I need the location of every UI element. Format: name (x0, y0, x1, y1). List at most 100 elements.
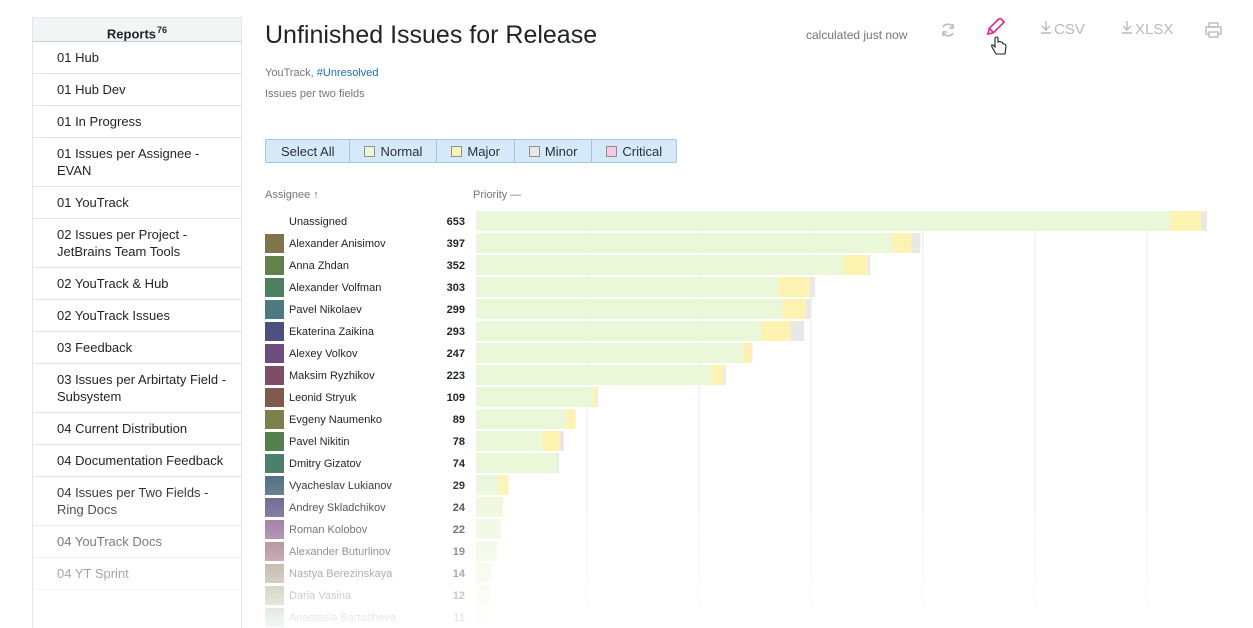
bar-major[interactable] (566, 409, 576, 429)
assignee-name[interactable]: Pavel Nikolaev (289, 304, 362, 316)
bar-minor[interactable] (1201, 211, 1207, 231)
bar-normal[interactable] (476, 409, 567, 429)
bar-normal[interactable] (476, 585, 490, 605)
assignee-name[interactable]: Daria Vasina (289, 590, 352, 602)
bar-major[interactable] (743, 343, 752, 363)
bar-major[interactable] (892, 233, 912, 253)
bar-minor[interactable] (806, 299, 811, 319)
assignee-name[interactable]: Ekaterina Zaikina (289, 326, 375, 338)
bar-normal[interactable] (476, 387, 593, 407)
issues-bar-chart: Unassigned 653 Alexander Anisimov 397 Anna Z… (265, 211, 1207, 628)
avatar (265, 344, 284, 363)
assignee-name[interactable]: Roman Kolobov (289, 524, 368, 536)
bar-normal[interactable] (476, 255, 844, 275)
bar-normal[interactable] (476, 343, 744, 363)
bar-normal[interactable] (476, 519, 501, 539)
assignee-name[interactable]: Andrey Skladchikov (289, 502, 386, 514)
bar-minor[interactable] (867, 255, 871, 275)
bar-major[interactable] (778, 277, 810, 297)
bar-major[interactable] (500, 497, 503, 517)
avatar (265, 564, 284, 583)
bar-normal[interactable] (476, 453, 557, 473)
bar-minor[interactable] (596, 387, 599, 407)
bar-normal[interactable] (476, 497, 501, 517)
bar-normal[interactable] (476, 365, 713, 385)
assignee-name[interactable]: Vyacheslav Lukianov (289, 480, 392, 492)
bar-normal[interactable] (476, 541, 498, 561)
bar-normal[interactable] (476, 299, 783, 319)
issue-count[interactable]: 74 (453, 458, 466, 470)
issue-count[interactable]: 22 (453, 524, 465, 536)
bar-normal[interactable] (476, 431, 543, 451)
bar-major[interactable] (542, 431, 560, 451)
bar-minor[interactable] (751, 343, 753, 363)
issue-count[interactable]: 19 (453, 546, 465, 558)
bar-major[interactable] (1170, 211, 1202, 231)
avatar (265, 300, 284, 319)
bar-normal[interactable] (476, 563, 492, 583)
issue-count[interactable]: 29 (453, 480, 465, 492)
issue-count[interactable]: 89 (453, 414, 465, 426)
issue-count[interactable]: 352 (447, 260, 465, 272)
bar-minor[interactable] (809, 277, 816, 297)
assignee-name[interactable]: Leonid Stryuk (289, 392, 357, 404)
issue-count[interactable]: 12 (453, 590, 465, 602)
bar-normal[interactable] (476, 277, 779, 297)
issue-count[interactable]: 223 (447, 370, 465, 382)
bar-major[interactable] (592, 387, 597, 407)
assignee-name[interactable]: Nastya Berezinskaya (289, 568, 393, 580)
bar-major[interactable] (498, 475, 509, 495)
bar-normal[interactable] (476, 233, 893, 253)
avatar (265, 234, 284, 253)
avatar (265, 520, 284, 539)
avatar (265, 476, 284, 495)
bar-normal[interactable] (476, 607, 489, 627)
avatar (265, 542, 284, 561)
issue-count[interactable]: 397 (447, 238, 465, 250)
bar-major[interactable] (712, 365, 724, 385)
issue-count[interactable]: 109 (447, 392, 465, 404)
bar-major[interactable] (782, 299, 807, 319)
issue-count[interactable]: 24 (453, 502, 466, 514)
bar-major[interactable] (843, 255, 868, 275)
assignee-name[interactable]: Pavel Nikitin (289, 436, 350, 448)
bar-minor[interactable] (723, 365, 726, 385)
issue-count[interactable]: 11 (453, 612, 465, 624)
assignee-name[interactable]: Maksim Ryzhikov (289, 370, 375, 382)
bar-minor[interactable] (556, 453, 559, 473)
issue-count[interactable]: 299 (447, 304, 465, 316)
assignee-name[interactable]: Alexander Volfman (289, 282, 381, 294)
avatar (265, 454, 284, 473)
avatar (265, 432, 284, 451)
issue-count[interactable]: 303 (447, 282, 465, 294)
bar-normal[interactable] (476, 475, 499, 495)
assignee-name[interactable]: Dmitry Gizatov (289, 458, 362, 470)
assignee-name[interactable]: Unassigned (289, 216, 347, 228)
bar-critical[interactable] (562, 431, 564, 451)
issue-count[interactable]: 293 (447, 326, 465, 338)
issue-count[interactable]: 247 (447, 348, 465, 360)
avatar (265, 388, 284, 407)
bar-normal[interactable] (476, 211, 1171, 231)
avatar (265, 608, 284, 627)
assignee-name[interactable]: Anastasia Bartasheva (289, 612, 397, 624)
bar-minor[interactable] (790, 321, 804, 341)
bar-normal[interactable] (476, 321, 762, 341)
assignee-name[interactable]: Anna Zhdan (289, 260, 349, 272)
issue-count[interactable]: 14 (453, 568, 466, 580)
avatar (265, 256, 284, 275)
assignee-name[interactable]: Alexey Volkov (289, 348, 358, 360)
issue-count[interactable]: 653 (447, 216, 465, 228)
bar-minor[interactable] (911, 233, 921, 253)
avatar (265, 366, 284, 385)
avatar (265, 278, 284, 297)
avatar (265, 322, 284, 341)
avatar (265, 498, 284, 517)
bar-minor[interactable] (559, 431, 563, 451)
avatar (265, 586, 284, 605)
bar-major[interactable] (761, 321, 791, 341)
assignee-name[interactable]: Alexander Anisimov (289, 238, 386, 250)
assignee-name[interactable]: Evgeny Naumenko (289, 414, 382, 426)
issue-count[interactable]: 78 (453, 436, 465, 448)
assignee-name[interactable]: Alexander Buturlinov (289, 546, 391, 558)
